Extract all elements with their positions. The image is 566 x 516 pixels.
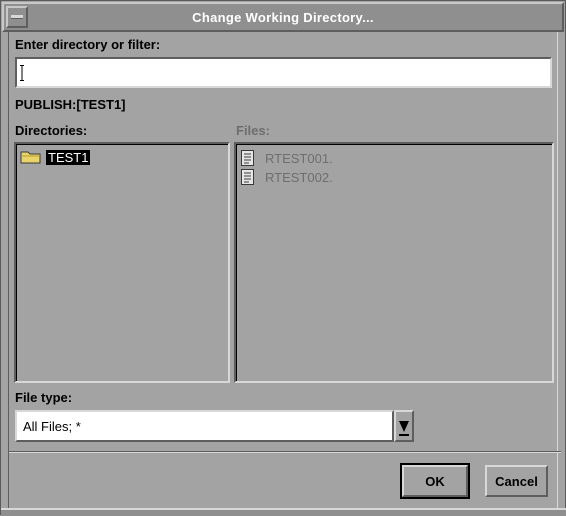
directory-item-label: TEST1: [46, 149, 91, 165]
files-label: Files:: [236, 123, 270, 138]
directory-item-test1[interactable]: TEST1: [20, 148, 91, 166]
current-path: PUBLISH:[TEST1]: [15, 97, 126, 112]
directories-list-frame: TEST1: [16, 144, 228, 381]
dropdown-arrow-icon: [399, 421, 409, 436]
files-list[interactable]: RTEST001. RTEST002.: [234, 142, 554, 383]
files-list-frame: RTEST001. RTEST002.: [236, 144, 552, 381]
window-menu-icon: [11, 15, 23, 19]
file-type-label: File type:: [15, 390, 73, 405]
filter-label: Enter directory or filter:: [15, 37, 161, 52]
ok-button[interactable]: OK: [402, 465, 468, 497]
directories-list[interactable]: TEST1: [14, 142, 230, 383]
file-type-select[interactable]: All Files; *: [15, 410, 394, 442]
document-icon: [241, 150, 254, 166]
window-frame-left: [1, 32, 9, 512]
file-type-dropdown-button[interactable]: [394, 410, 414, 442]
filter-input[interactable]: [15, 57, 552, 88]
file-item-label: RTEST002.: [265, 169, 333, 185]
text-cursor-icon: [20, 65, 24, 81]
document-icon: [241, 169, 254, 185]
change-directory-dialog: Change Working Directory... Enter direct…: [0, 0, 566, 516]
file-type-value: All Files; *: [23, 419, 81, 434]
cancel-button[interactable]: Cancel: [485, 465, 548, 497]
window-title: Change Working Directory...: [192, 10, 374, 25]
file-item-rtest002[interactable]: RTEST002.: [241, 168, 335, 186]
button-separator: [9, 451, 561, 453]
file-item-label: RTEST001.: [265, 150, 333, 166]
window-menu-button[interactable]: [6, 6, 28, 28]
title-bar[interactable]: Change Working Directory...: [2, 2, 564, 32]
window-frame-right: [557, 32, 565, 512]
file-item-rtest001[interactable]: RTEST001.: [241, 149, 335, 167]
directories-label: Directories:: [15, 123, 88, 138]
folder-icon: [20, 151, 41, 164]
